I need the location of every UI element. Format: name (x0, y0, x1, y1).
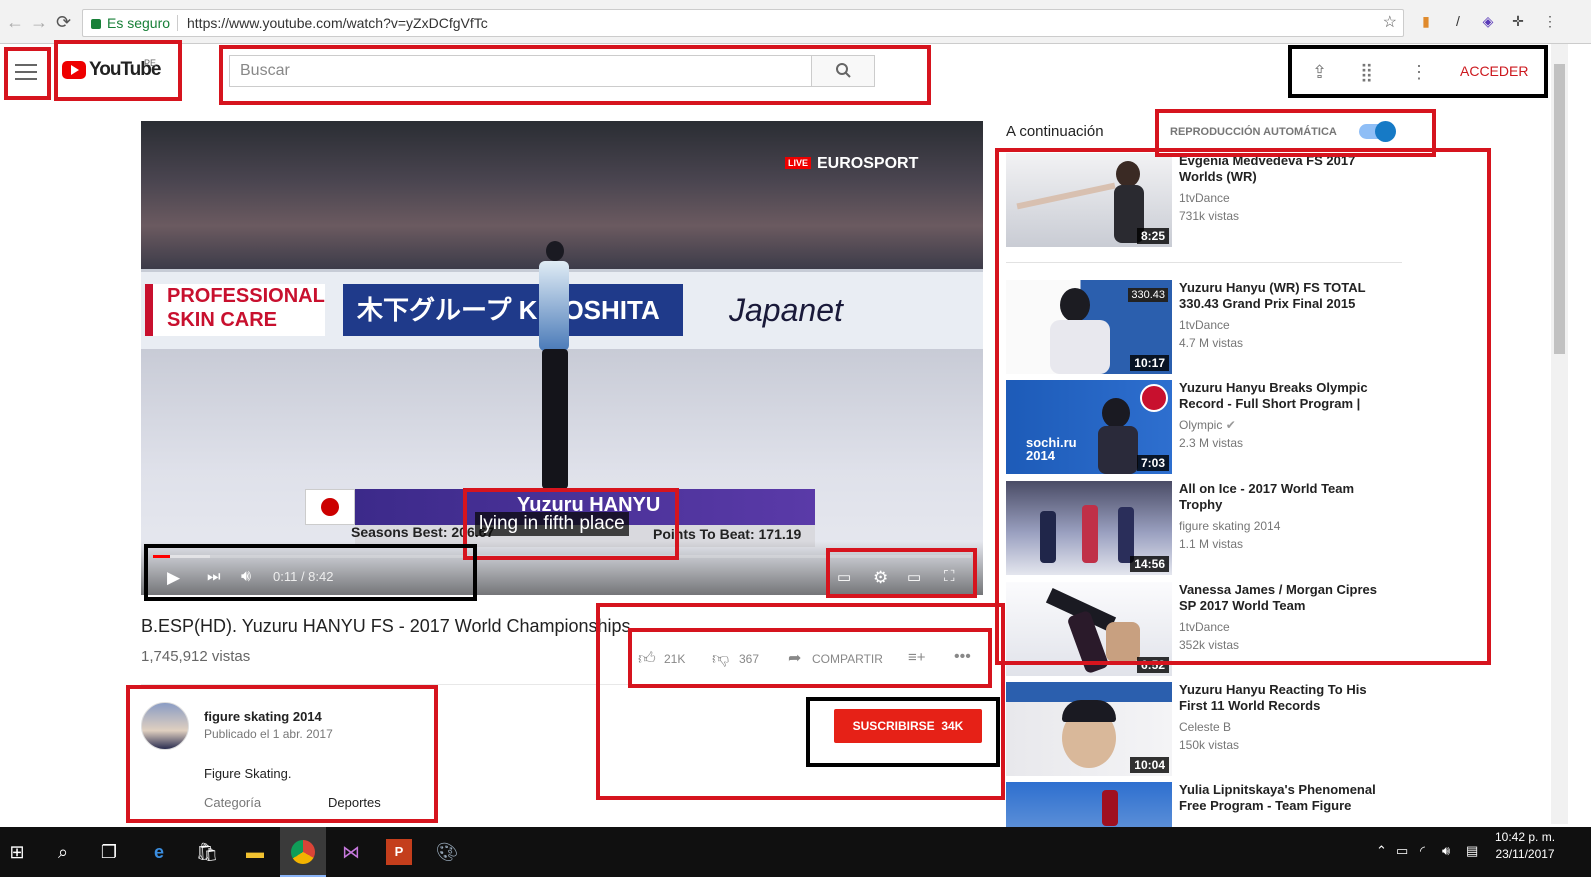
video-author: Celeste B (1179, 720, 1232, 734)
recommended-video[interactable]: Yulia Lipnitskaya's Phenomenal Free Prog… (1006, 782, 1406, 827)
powerpoint-icon[interactable]: P (386, 839, 412, 865)
forward-icon[interactable]: → (30, 12, 48, 33)
live-badge: LIVE (785, 157, 812, 169)
store-icon[interactable]: 🛍︎ (194, 839, 220, 865)
browser-toolbar: ← → ⟳ Es seguro https://www.youtube.com/… (0, 0, 1591, 44)
annotation-box-left-controls (144, 544, 477, 601)
tray-chevron-icon[interactable]: ⌃ (1376, 843, 1387, 859)
broadcaster-logo: EUROSPORT (817, 155, 919, 172)
chrome-icon (291, 840, 315, 864)
network-device-icon[interactable]: ▭ (1396, 843, 1408, 859)
scrollbar-thumb[interactable] (1554, 64, 1565, 354)
video-title[interactable]: Yuzuru Hanyu Reacting To His First 11 Wo… (1179, 682, 1379, 714)
board-ad-right: Japanet (729, 292, 843, 328)
clock-time: 10:42 p. m. (1495, 830, 1556, 844)
annotation-box-like-share (628, 628, 992, 688)
annotation-box-menu (4, 47, 51, 100)
board-ad-mid: 木下グループ KINOSHITA (343, 284, 683, 336)
annotation-box-subscribe (806, 697, 1000, 767)
skater-figure (536, 241, 574, 491)
video-thumbnail[interactable]: 10:04 (1006, 682, 1172, 776)
extension-icon[interactable]: ◈ (1480, 13, 1496, 29)
move-extension-icon[interactable]: ✛ (1510, 13, 1526, 29)
address-bar[interactable]: Es seguro https://www.youtube.com/watch?… (82, 9, 1404, 37)
visual-studio-icon[interactable]: ⋈ (338, 839, 364, 865)
task-view-icon[interactable]: ❐ (96, 839, 122, 865)
video-views: 150k vistas (1179, 738, 1240, 752)
url-separator (177, 15, 178, 31)
back-icon[interactable]: ← (6, 12, 24, 33)
eyedropper-extension-icon[interactable]: / (1450, 13, 1466, 29)
extension-icon[interactable]: ▮ (1418, 13, 1434, 29)
windows-taskbar: ⊞ ⌕ ❐ e 🛍︎ ▬ ⋈ P 🎨︎ ⌃ ▭ ◜ 🔊︎ ▤ 10:42 p. … (0, 827, 1591, 877)
volume-tray-icon[interactable]: 🔊︎ (1442, 843, 1450, 859)
secure-indicator[interactable]: Es seguro (91, 10, 170, 36)
video-title: B.ESP(HD). Yuzuru HANYU FS - 2017 World … (141, 616, 631, 636)
annotation-box-channel-info (126, 685, 438, 823)
up-next-label: A continuación (1006, 123, 1104, 140)
annotation-box-caption (463, 488, 679, 560)
annotation-box-header-actions (1288, 45, 1548, 98)
browser-menu-icon[interactable]: ⋮ (1542, 13, 1558, 29)
file-explorer-icon[interactable]: ▬ (242, 839, 268, 865)
video-thumbnail[interactable] (1006, 782, 1172, 827)
annotation-box-right-controls (826, 548, 977, 598)
view-count: 1,745,912 vistas (141, 648, 251, 665)
video-title[interactable]: Yulia Lipnitskaya's Phenomenal Free Prog… (1179, 782, 1379, 814)
windows-start-icon[interactable]: ⊞ (4, 839, 30, 865)
url-text[interactable]: https://www.youtube.com/watch?v=yZxDCfgV… (187, 10, 488, 36)
reload-icon[interactable]: ⟳ (56, 12, 71, 33)
bookmark-star-icon[interactable]: ☆ (1383, 10, 1397, 36)
video-duration: 10:04 (1130, 757, 1169, 773)
annotation-box-logo (54, 40, 182, 101)
taskbar-clock[interactable]: 10:42 p. m. 23/11/2017 (1495, 829, 1555, 863)
paint-icon[interactable]: 🎨︎ (434, 839, 460, 865)
taskbar-chrome-active[interactable] (280, 827, 326, 877)
notifications-icon[interactable]: ▤ (1466, 843, 1478, 859)
clock-date: 23/11/2017 (1495, 847, 1555, 861)
board-ad-left: PROFESSIONAL SKIN CARE (145, 284, 325, 336)
annotation-box-search (219, 45, 931, 105)
lock-icon (91, 19, 101, 29)
annotation-box-recommendations (995, 148, 1491, 665)
wifi-icon[interactable]: ◜ (1420, 843, 1425, 859)
page-scrollbar[interactable] (1551, 44, 1568, 824)
recommended-video[interactable]: 10:04 Yuzuru Hanyu Reacting To His First… (1006, 682, 1406, 776)
secure-label: Es seguro (107, 15, 171, 31)
edge-browser-icon[interactable]: e (146, 839, 172, 865)
search-icon[interactable]: ⌕ (50, 839, 76, 865)
japan-flag-icon (305, 489, 355, 525)
